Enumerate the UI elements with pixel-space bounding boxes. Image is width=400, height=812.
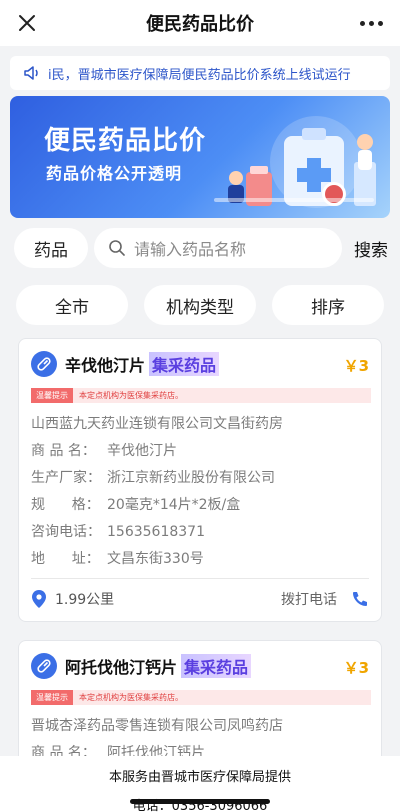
more-icon[interactable]: [356, 10, 386, 36]
banner-illustration: [214, 116, 376, 208]
drug-price: ￥3: [343, 357, 369, 375]
home-indicator[interactable]: [130, 799, 270, 804]
search-input[interactable]: 请输入药品名称: [94, 228, 342, 268]
banner-subtitle: 药品价格公开透明: [46, 164, 183, 183]
procurement-tag: 集采药品: [149, 352, 220, 376]
notice-text: i民，晋城市医疗保障局便民药品比价系统上线试运行: [48, 67, 351, 83]
call-button[interactable]: 拨打电话: [281, 589, 337, 609]
pharmacy-name: 山西蓝九天药业连锁有限公司文昌街药房: [31, 416, 283, 432]
capsule-icon: [31, 351, 57, 377]
product-label: 商 品 名：: [31, 443, 96, 459]
banner-title: 便民药品比价: [44, 126, 207, 156]
spec-label: 规 格：: [31, 497, 100, 513]
procurement-tag: 集采药品: [181, 654, 252, 678]
distance: 1.99公里: [55, 591, 115, 608]
drug-name: 阿托伐他汀钙片: [65, 658, 178, 677]
filter-sort[interactable]: 排序: [272, 285, 384, 325]
drug-card[interactable]: 辛伐他汀片 集采药品 ￥3 温馨提示 本定点机构为医保集采药店。 山西蓝九天药业…: [18, 338, 382, 622]
tip-bar: 温馨提示 本定点机构为医保集采药店。: [31, 690, 371, 705]
tip-label: 温馨提示: [31, 690, 73, 705]
close-icon[interactable]: [14, 10, 40, 36]
promo-banner: 便民药品比价 药品价格公开透明: [10, 96, 390, 218]
filter-city[interactable]: 全市: [16, 285, 128, 325]
filter-institution-type[interactable]: 机构类型: [144, 285, 256, 325]
page-title: 便民药品比价: [146, 14, 254, 35]
search-row: 药品 请输入药品名称 搜索: [14, 228, 390, 268]
pharmacy-name: 晋城杏泽药品零售连锁有限公司凤鸣药店: [31, 718, 283, 734]
search-icon: [109, 240, 125, 256]
tip-text: 本定点机构为医保集采药店。: [79, 693, 183, 702]
phone-label: 咨询电话：: [31, 524, 101, 540]
address-value: 文昌东街330号: [107, 551, 204, 567]
product-value: 辛伐他汀片: [107, 443, 177, 459]
drug-name: 辛伐他汀片: [65, 356, 146, 375]
filter-row: 全市 机构类型 排序: [16, 285, 384, 325]
location-icon: [32, 589, 46, 608]
service-provider: 本服务由晋城市医疗保障局提供: [108, 770, 291, 785]
tip-label: 温馨提示: [31, 388, 73, 403]
tip-text: 本定点机构为医保集采药店。: [79, 391, 183, 400]
tip-bar: 温馨提示 本定点机构为医保集采药店。: [31, 388, 371, 403]
maker-value: 浙江京新药业股份有限公司: [107, 470, 275, 486]
search-button[interactable]: 搜索: [354, 236, 388, 261]
phone-icon[interactable]: [351, 590, 369, 608]
speaker-icon: [24, 66, 38, 80]
spec-value: 20毫克*14片*2板/盒: [107, 497, 241, 513]
phone-value: 15635618371: [107, 524, 205, 540]
drug-price: ￥3: [343, 659, 369, 677]
notice-bar: i民，晋城市医疗保障局便民药品比价系统上线试运行: [10, 56, 390, 90]
category-select[interactable]: 药品: [14, 228, 88, 268]
address-label: 地 址：: [31, 551, 100, 567]
maker-label: 生产厂家：: [31, 470, 101, 486]
top-bar: 便民药品比价: [0, 0, 400, 46]
search-placeholder: 请输入药品名称: [134, 240, 247, 259]
capsule-icon: [31, 653, 57, 679]
